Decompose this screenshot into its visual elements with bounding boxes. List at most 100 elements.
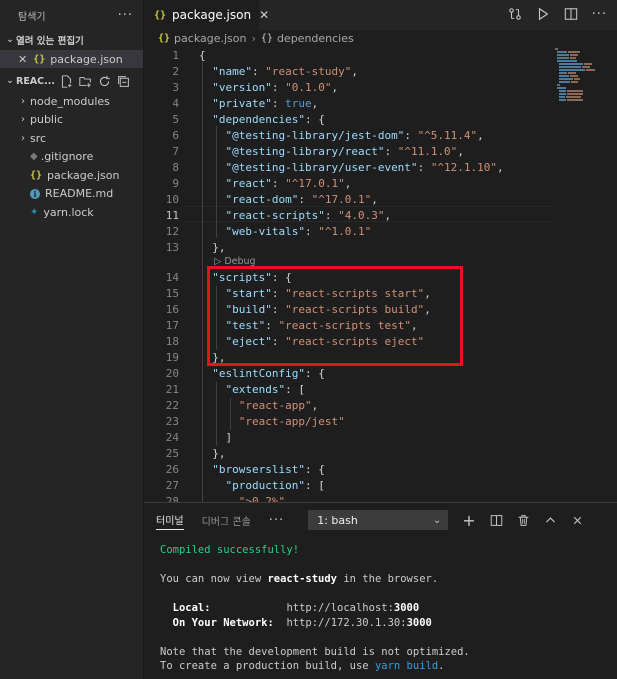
terminal-text: You can now view bbox=[160, 573, 268, 585]
tree-item-label: package.json bbox=[47, 168, 120, 182]
local-url: http://localhost: bbox=[286, 602, 394, 614]
breadcrumb-file[interactable]: package.json bbox=[174, 32, 246, 45]
tab-label: package.json bbox=[172, 8, 252, 22]
tree-item-readme[interactable]: i README.md bbox=[0, 185, 143, 204]
new-folder-icon[interactable] bbox=[79, 75, 92, 88]
local-port: 3000 bbox=[393, 602, 420, 614]
project-section[interactable]: ⌄ REAC... bbox=[0, 70, 143, 92]
editor-tab-bar: {} package.json ✕ ··· bbox=[144, 0, 617, 30]
tree-item-label: src bbox=[30, 131, 47, 145]
terminal-line: Note that the development build is not o… bbox=[160, 645, 470, 658]
split-editor-icon[interactable] bbox=[564, 7, 578, 21]
tab-debug-console[interactable]: 디버그 콘솔 bbox=[202, 503, 251, 537]
explorer-sidebar: 탐색기 ··· ⌄ 열려 있는 편집기 ✕ {} package.json ⌄ … bbox=[0, 0, 144, 679]
network-url: http://172.30.1.30: bbox=[286, 616, 407, 629]
terminal-text: in the browser. bbox=[337, 573, 439, 585]
more-actions-button[interactable]: ··· bbox=[592, 7, 607, 22]
open-editors-section[interactable]: ⌄ 열려 있는 편집기 bbox=[0, 30, 143, 50]
tree-item-gitignore[interactable]: ◆ .gitignore bbox=[0, 148, 143, 167]
code-line: 11 "react-scripts": "4.0.3", bbox=[165, 209, 392, 222]
code-line: 7 "@testing-library/react": "^11.1.0", bbox=[172, 145, 464, 158]
info-icon: i bbox=[30, 188, 40, 199]
code-line: 1{ bbox=[172, 49, 206, 62]
terminal-text: . bbox=[438, 660, 445, 672]
terminal-line: To create a production build, use yarn b… bbox=[160, 659, 470, 674]
code-line: 8 "@testing-library/user-event": "^12.1.… bbox=[172, 161, 504, 174]
tree-item-yarn-lock[interactable]: ✦ yarn.lock bbox=[0, 203, 143, 222]
project-label: REAC... bbox=[16, 75, 54, 87]
panel-header: 터미널 디버그 콘솔 ··· 1: bash ⌄ + bbox=[144, 503, 617, 537]
explorer-title: 탐색기 bbox=[18, 11, 46, 23]
terminal-output[interactable]: Compiled successfully! You can now view … bbox=[160, 543, 470, 674]
trash-icon[interactable] bbox=[517, 514, 530, 527]
code-editor[interactable]: 1{ 2 "name": "react-study", 3 "version":… bbox=[144, 46, 617, 502]
tree-item-node-modules[interactable]: › node_modules bbox=[0, 92, 143, 111]
code-line: 12 "web-vitals": "^1.0.1" bbox=[165, 225, 372, 238]
terminal-select-value: 1: bash bbox=[317, 513, 358, 527]
code-line: 9 "react": "^17.0.1", bbox=[172, 177, 352, 190]
explorer-more-button[interactable]: ··· bbox=[118, 8, 133, 23]
explorer-header: 탐색기 ··· bbox=[0, 0, 143, 30]
open-editor-item[interactable]: ✕ {} package.json bbox=[0, 50, 143, 68]
code-line: 22 "react-app", bbox=[165, 399, 319, 412]
terminal-app-name: react-study bbox=[267, 573, 338, 585]
network-label: On Your Network: bbox=[160, 616, 274, 629]
network-port: 3000 bbox=[406, 616, 432, 629]
refresh-icon[interactable] bbox=[98, 75, 111, 88]
new-file-icon[interactable] bbox=[60, 74, 73, 88]
local-label: Local: bbox=[160, 602, 211, 614]
maximize-panel-icon[interactable] bbox=[544, 514, 557, 527]
terminal-line: Local: http://localhost:3000 bbox=[160, 601, 470, 616]
breadcrumb: {} package.json › {} dependencies bbox=[144, 30, 617, 46]
tab-package-json[interactable]: {} package.json ✕ bbox=[144, 0, 269, 30]
breadcrumb-symbol[interactable]: dependencies bbox=[277, 32, 354, 45]
code-line: 23 "react-app/jest" bbox=[165, 415, 345, 428]
tree-item-label: public bbox=[30, 113, 64, 127]
tree-item-label: yarn.lock bbox=[43, 205, 94, 219]
code-line: 25 }, bbox=[165, 447, 226, 460]
tab-terminal[interactable]: 터미널 bbox=[156, 510, 184, 530]
bottom-panel: 터미널 디버그 콘솔 ··· 1: bash ⌄ + Compiled succ… bbox=[144, 502, 617, 679]
code-line: 2 "name": "react-study", bbox=[172, 65, 358, 78]
code-line: 24 ] bbox=[165, 431, 233, 444]
terminal-line: Compiled successfully! bbox=[160, 544, 300, 556]
source-control-compare-icon[interactable] bbox=[508, 7, 522, 21]
close-tab-button[interactable]: ✕ bbox=[259, 8, 269, 22]
code-line: 5 "dependencies": { bbox=[172, 113, 325, 126]
code-line: 13 }, bbox=[165, 241, 226, 254]
run-icon[interactable] bbox=[536, 7, 550, 21]
json-file-icon: {} bbox=[154, 9, 167, 21]
tree-item-src[interactable]: › src bbox=[0, 129, 143, 148]
code-line: 26 "browserslist": { bbox=[165, 463, 325, 476]
json-file-icon: {} bbox=[33, 53, 46, 65]
code-line: 4 "private": true, bbox=[172, 97, 319, 110]
chevron-right-icon: › bbox=[21, 132, 25, 144]
code-line: 20 "eslintConfig": { bbox=[165, 367, 325, 380]
chevron-right-icon: › bbox=[21, 114, 25, 126]
close-panel-icon[interactable] bbox=[571, 514, 584, 527]
minimap[interactable] bbox=[553, 46, 601, 106]
collapse-all-icon[interactable] bbox=[117, 75, 130, 88]
terminal-line: You can now view react-study in the brow… bbox=[160, 572, 470, 587]
chevron-down-icon: ⌄ bbox=[6, 35, 14, 45]
terminal-select[interactable]: 1: bash ⌄ bbox=[308, 510, 449, 530]
chevron-down-icon: ⌄ bbox=[432, 514, 442, 526]
json-file-icon: {} bbox=[158, 32, 171, 44]
chevron-right-icon: › bbox=[251, 31, 256, 45]
split-terminal-icon[interactable] bbox=[490, 514, 503, 527]
terminal-pad bbox=[211, 602, 287, 614]
new-terminal-icon[interactable]: + bbox=[462, 512, 475, 528]
tree-item-label: .gitignore bbox=[40, 150, 94, 164]
code-line: 21 "extends": [ bbox=[165, 383, 305, 396]
json-file-icon: {} bbox=[30, 169, 43, 181]
tree-item-label: README.md bbox=[45, 187, 114, 201]
code-line: 6 "@testing-library/jest-dom": "^5.11.4"… bbox=[172, 129, 484, 142]
tree-item-package-json[interactable]: {} package.json bbox=[0, 166, 143, 185]
terminal-text: To create a production build, use bbox=[160, 660, 375, 672]
panel-more-button[interactable]: ··· bbox=[269, 513, 284, 528]
tree-item-public[interactable]: › public bbox=[0, 111, 143, 130]
annotation-highlight-box bbox=[207, 266, 463, 366]
close-icon[interactable]: ✕ bbox=[18, 53, 27, 66]
code-line: 28 ">0.2%", bbox=[165, 495, 292, 502]
